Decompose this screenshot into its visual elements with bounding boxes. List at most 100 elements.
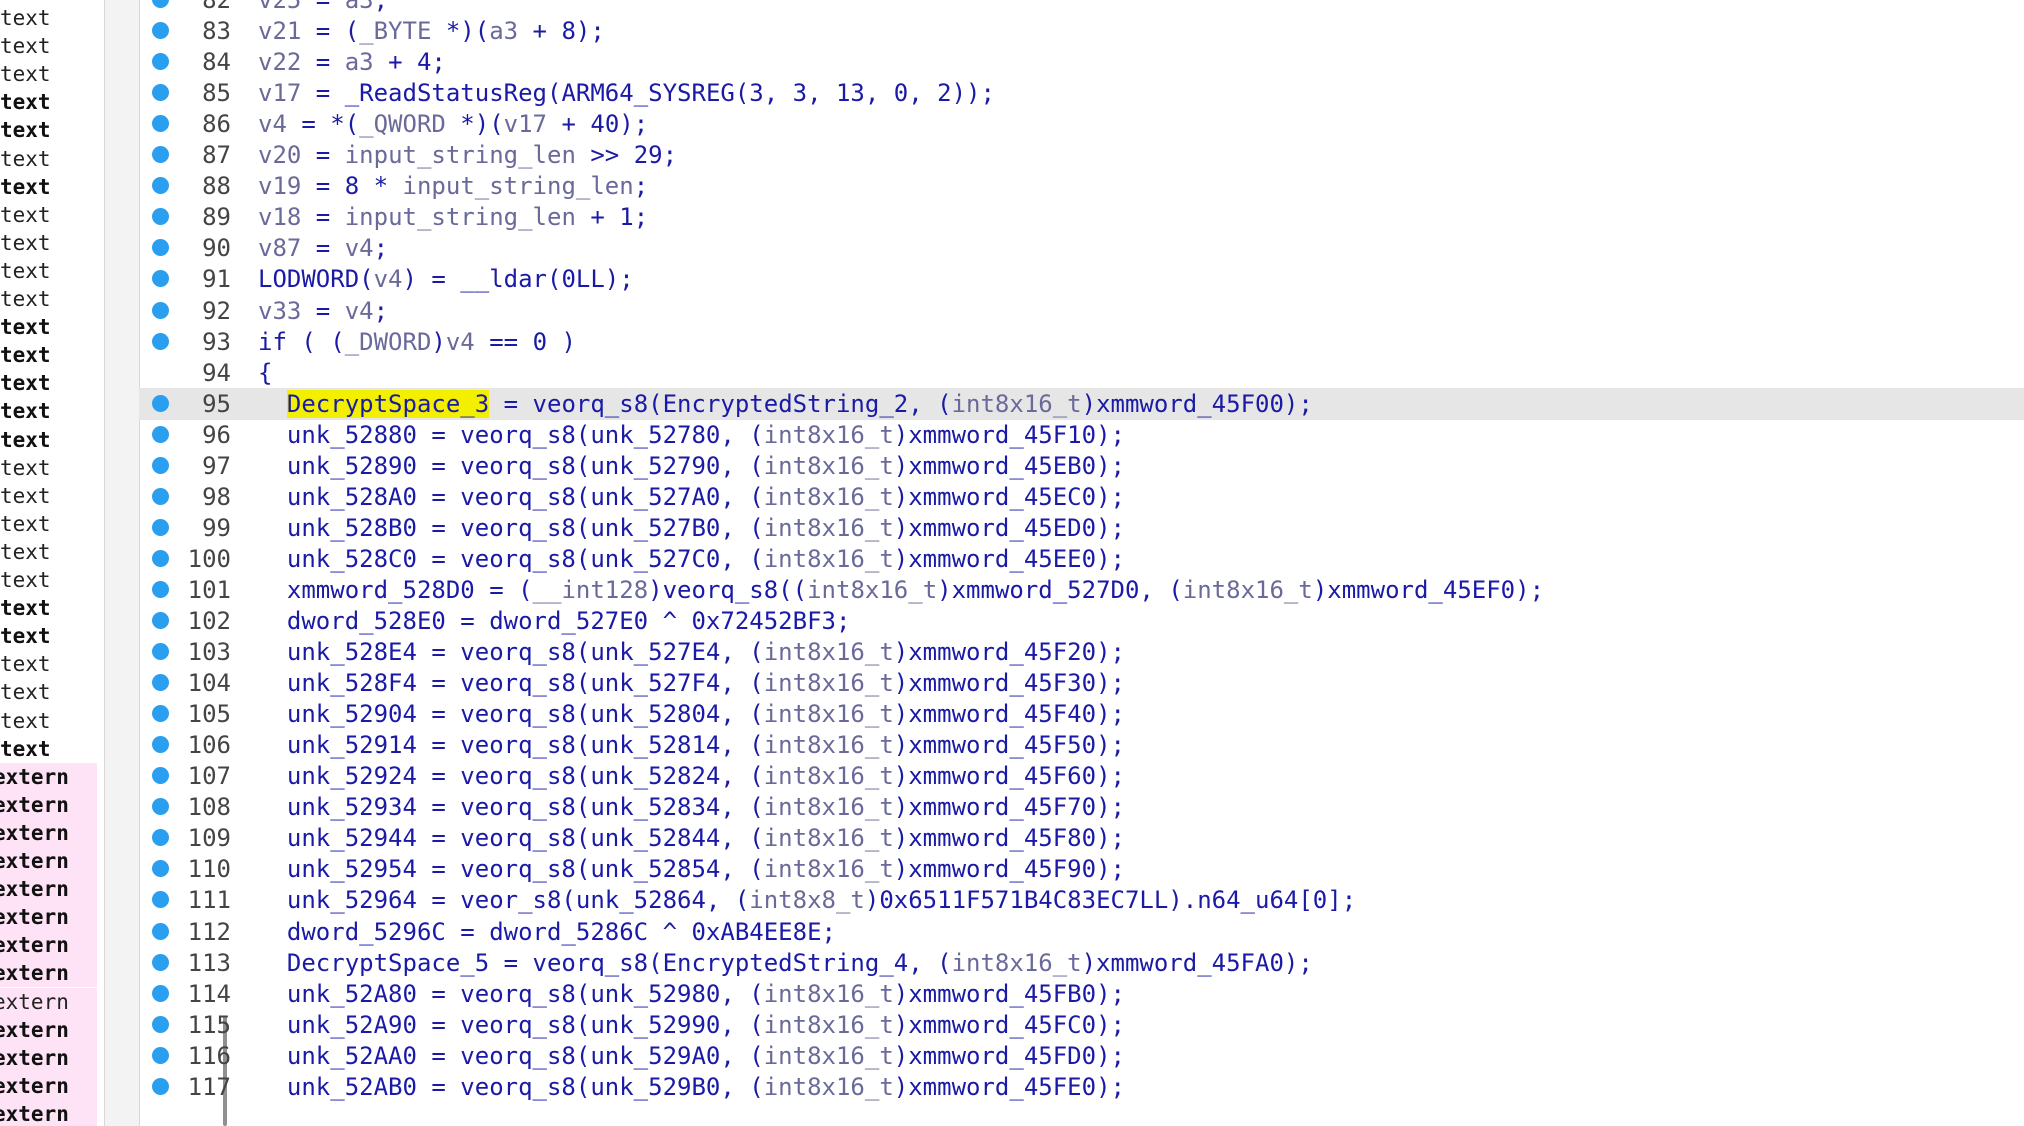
segment-item[interactable]: extern <box>0 847 97 875</box>
segment-item[interactable]: text <box>0 678 104 706</box>
code-line[interactable]: 85 v17 = _ReadStatusReg(ARM64_SYSREG(3, 3… <box>139 77 2024 109</box>
code-line[interactable]: 87 v20 = input_string_len >> 29; <box>139 139 2024 171</box>
breakpoint-dot-icon[interactable] <box>152 922 169 940</box>
breakpoint-dot-icon[interactable] <box>152 84 169 102</box>
code-text[interactable]: dword_5296C = dword_5286C ^ 0xAB4EE8E; <box>258 916 836 948</box>
code-line[interactable]: 99 unk_528B0 = veorq_s8(unk_527B0, (int8… <box>139 512 2024 544</box>
code-text[interactable]: unk_52934 = veorq_s8(unk_52834, (int8x16… <box>258 791 1125 823</box>
code-line[interactable]: 106 unk_52914 = veorq_s8(unk_52814, (int… <box>139 729 2024 761</box>
code-line[interactable]: 88 v19 = 8 * input_string_len; <box>139 170 2024 202</box>
segment-item[interactable]: extern <box>0 959 97 988</box>
segment-item[interactable]: extern <box>0 987 97 1016</box>
breakpoint-dot-icon[interactable] <box>152 860 169 878</box>
breakpoint-dot-icon[interactable] <box>152 22 169 40</box>
code-line[interactable]: 111 unk_52964 = veor_s8(unk_52864, (int8… <box>139 884 2024 916</box>
code-text[interactable]: unk_52954 = veorq_s8(unk_52854, (int8x16… <box>258 853 1125 885</box>
segment-item[interactable]: extern <box>0 1099 97 1126</box>
segment-item[interactable]: text <box>0 369 104 397</box>
segment-item[interactable]: text <box>0 707 104 735</box>
code-text[interactable]: v17 = _ReadStatusReg(ARM64_SYSREG(3, 3, … <box>258 77 995 109</box>
segment-item[interactable]: text <box>0 566 104 594</box>
breakpoint-dot-icon[interactable] <box>152 1077 169 1095</box>
breakpoint-dot-icon[interactable] <box>152 1046 169 1064</box>
code-line[interactable]: 95 DecryptSpace_3 = veorq_s8(EncryptedSt… <box>139 387 2024 420</box>
segment-item[interactable]: text <box>0 594 104 622</box>
code-text[interactable]: v22 = a3 + 4; <box>258 46 446 78</box>
breakpoint-dot-icon[interactable] <box>152 177 169 195</box>
segment-item[interactable]: text <box>0 454 104 482</box>
breakpoint-dot-icon[interactable] <box>152 208 169 226</box>
code-line[interactable]: 82 v25 = a3; <box>139 0 2024 16</box>
segment-item[interactable]: extern <box>0 818 97 847</box>
code-text[interactable]: v20 = input_string_len >> 29; <box>258 139 677 171</box>
breakpoint-dot-icon[interactable] <box>152 270 169 288</box>
code-line[interactable]: 93 if ( (_DWORD)v4 == 0 ) <box>139 326 2024 358</box>
code-text[interactable]: DecryptSpace_5 = veorq_s8(EncryptedStrin… <box>258 947 1313 979</box>
breakpoint-dot-icon[interactable] <box>152 394 169 412</box>
breakpoint-dot-icon[interactable] <box>152 425 169 443</box>
code-text[interactable]: unk_52A90 = veorq_s8(unk_52990, (int8x16… <box>258 1009 1125 1041</box>
code-text[interactable]: unk_52AA0 = veorq_s8(unk_529A0, (int8x16… <box>258 1040 1125 1072</box>
code-line[interactable]: 113 DecryptSpace_5 = veorq_s8(EncryptedS… <box>139 947 2024 979</box>
breakpoint-dot-icon[interactable] <box>152 549 169 567</box>
code-line[interactable]: 94 { <box>139 357 2024 389</box>
code-text[interactable]: unk_528C0 = veorq_s8(unk_527C0, (int8x16… <box>258 543 1125 575</box>
segment-item[interactable]: text <box>0 60 104 88</box>
code-line[interactable]: 105 unk_52904 = veorq_s8(unk_52804, (int… <box>139 698 2024 730</box>
segment-item[interactable]: text <box>0 341 104 369</box>
code-line[interactable]: 97 unk_52890 = veorq_s8(unk_52790, (int8… <box>139 450 2024 482</box>
code-text[interactable]: unk_528B0 = veorq_s8(unk_527B0, (int8x16… <box>258 512 1125 544</box>
breakpoint-dot-icon[interactable] <box>152 705 169 723</box>
code-text[interactable]: unk_528F4 = veorq_s8(unk_527F4, (int8x16… <box>258 667 1125 699</box>
breakpoint-dot-icon[interactable] <box>152 891 169 909</box>
segment-item[interactable]: text <box>0 426 104 454</box>
code-line[interactable]: 100 unk_528C0 = veorq_s8(unk_527C0, (int… <box>139 543 2024 575</box>
segment-item[interactable]: extern <box>0 903 97 932</box>
breakpoint-dot-icon[interactable] <box>152 674 169 692</box>
segment-item[interactable]: extern <box>0 875 97 904</box>
pane-splitter[interactable] <box>104 0 227 1126</box>
segment-item[interactable]: extern <box>0 931 97 960</box>
code-text[interactable]: v18 = input_string_len + 1; <box>258 201 648 233</box>
segment-item[interactable]: text <box>0 622 104 650</box>
code-line[interactable]: 90 v87 = v4; <box>139 232 2024 264</box>
code-line[interactable]: 102 dword_528E0 = dword_527E0 ^ 0x72452B… <box>139 605 2024 637</box>
breakpoint-dot-icon[interactable] <box>152 580 169 598</box>
breakpoint-dot-icon[interactable] <box>152 115 169 133</box>
segment-item[interactable]: text <box>0 229 104 257</box>
breakpoint-dot-icon[interactable] <box>152 1015 169 1033</box>
segment-item[interactable]: text <box>0 735 104 763</box>
segment-item[interactable]: text <box>0 88 104 116</box>
breakpoint-dot-icon[interactable] <box>152 518 169 536</box>
breakpoint-dot-icon[interactable] <box>152 767 169 785</box>
code-text[interactable]: unk_52880 = veorq_s8(unk_52780, (int8x16… <box>258 419 1125 451</box>
code-line[interactable]: 92 v33 = v4; <box>139 295 2024 327</box>
code-text[interactable]: unk_52944 = veorq_s8(unk_52844, (int8x16… <box>258 822 1125 854</box>
breakpoint-dot-icon[interactable] <box>152 798 169 816</box>
code-text[interactable]: unk_52904 = veorq_s8(unk_52804, (int8x16… <box>258 698 1125 730</box>
code-line[interactable]: 98 unk_528A0 = veorq_s8(unk_527A0, (int8… <box>139 481 2024 513</box>
segment-item[interactable]: text <box>0 4 104 32</box>
code-line[interactable]: 96 unk_52880 = veorq_s8(unk_52780, (int8… <box>139 419 2024 451</box>
segment-item[interactable]: text <box>0 116 104 144</box>
segment-item[interactable]: text <box>0 173 104 201</box>
segment-item[interactable]: extern <box>0 1071 97 1100</box>
breakpoint-dot-icon[interactable] <box>152 0 169 8</box>
code-text[interactable]: if ( (_DWORD)v4 == 0 ) <box>258 326 576 358</box>
segment-item[interactable]: text <box>0 145 104 173</box>
code-text[interactable]: dword_528E0 = dword_527E0 ^ 0x72452BF3; <box>258 605 851 637</box>
code-text[interactable]: v87 = v4; <box>258 232 388 264</box>
code-text[interactable]: unk_528A0 = veorq_s8(unk_527A0, (int8x16… <box>258 481 1125 513</box>
code-text[interactable]: unk_52890 = veorq_s8(unk_52790, (int8x16… <box>258 450 1125 482</box>
code-line[interactable]: 116 unk_52AA0 = veorq_s8(unk_529A0, (int… <box>139 1040 2024 1072</box>
code-line[interactable]: 109 unk_52944 = veorq_s8(unk_52844, (int… <box>139 822 2024 854</box>
breakpoint-dot-icon[interactable] <box>152 146 169 164</box>
code-line[interactable]: 84 v22 = a3 + 4; <box>139 46 2024 78</box>
code-text[interactable]: LODWORD(v4) = __ldar(0LL); <box>258 263 634 295</box>
code-line[interactable]: 115 unk_52A90 = veorq_s8(unk_52990, (int… <box>139 1009 2024 1041</box>
breakpoint-dot-icon[interactable] <box>152 301 169 319</box>
code-line[interactable]: 101 xmmword_528D0 = (__int128)veorq_s8((… <box>139 574 2024 606</box>
segment-item[interactable]: text <box>0 285 104 313</box>
code-text[interactable]: { <box>258 357 272 389</box>
code-text[interactable]: DecryptSpace_3 = veorq_s8(EncryptedStrin… <box>258 388 1313 420</box>
